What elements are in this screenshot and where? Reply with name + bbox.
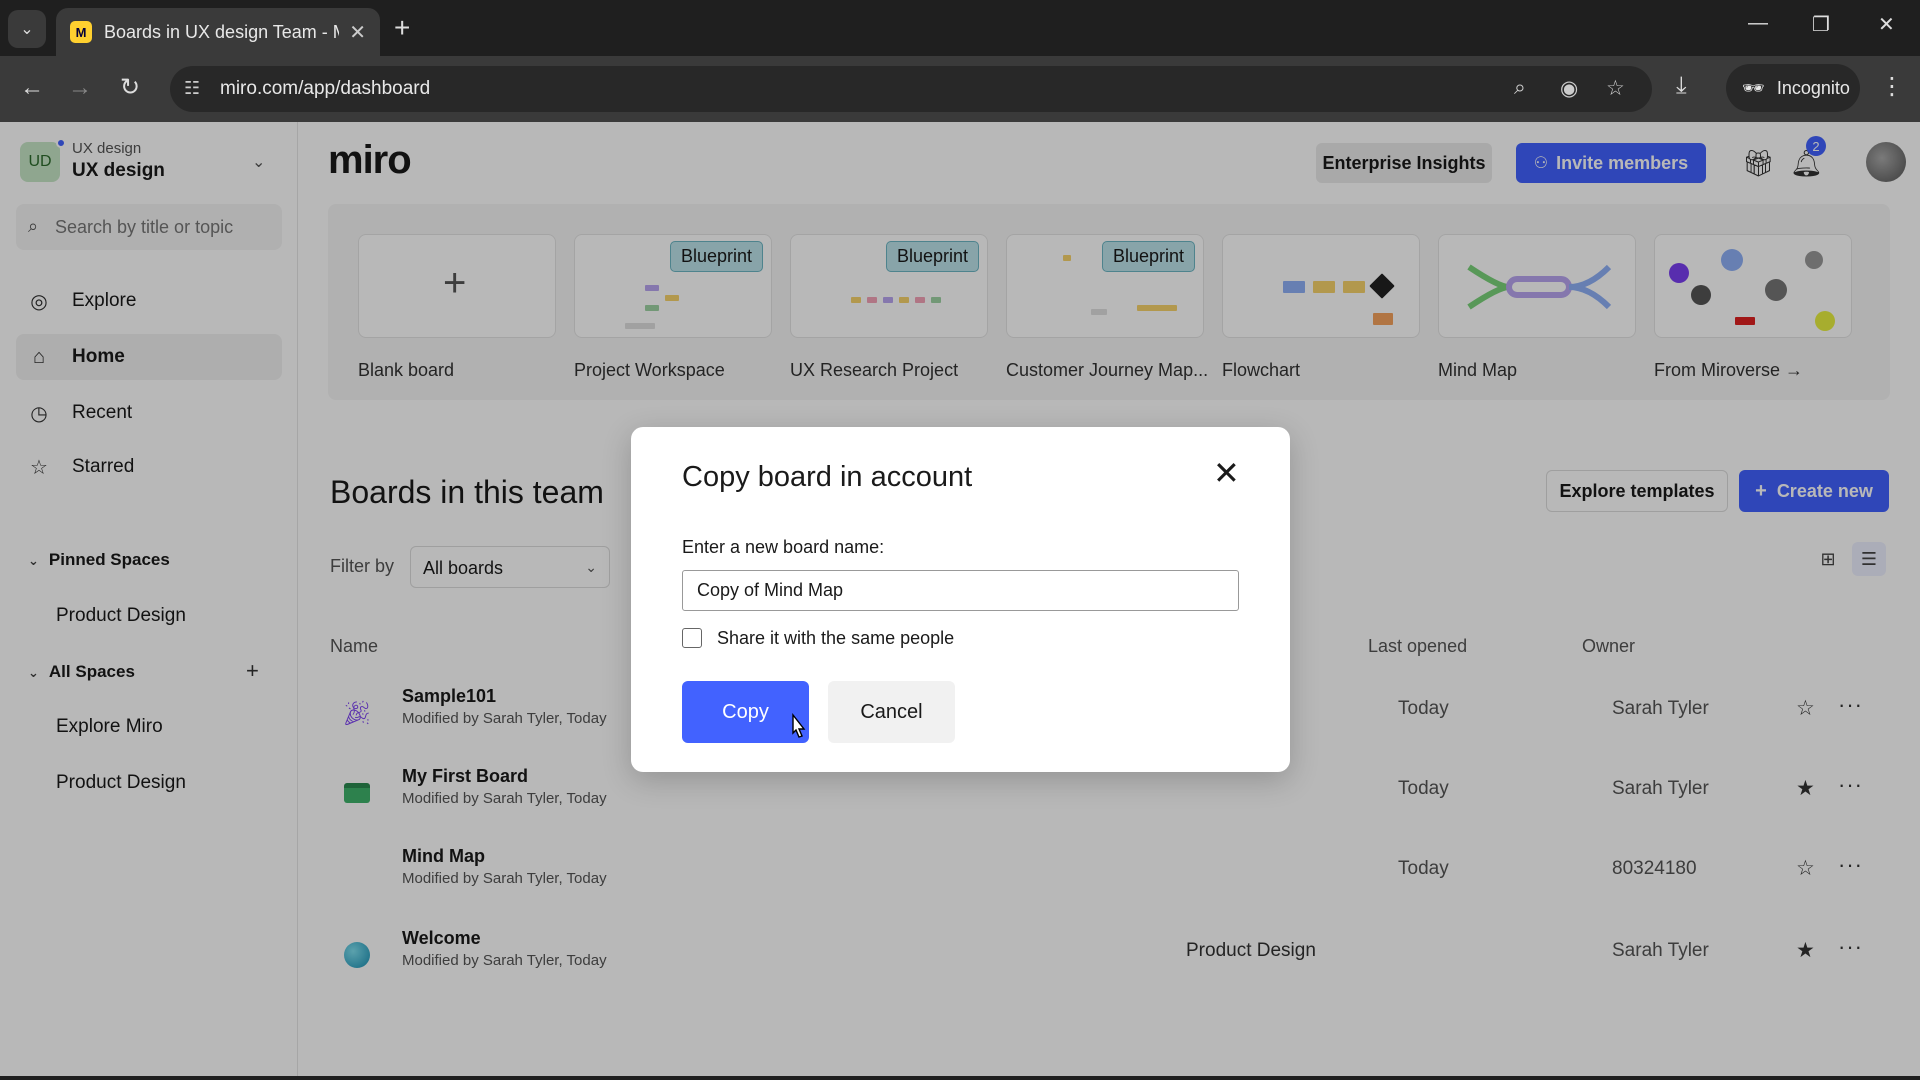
incognito-indicator[interactable]: 🕶 Incognito	[1726, 64, 1860, 112]
board-name-label: Enter a new board name:	[682, 537, 885, 557]
forward-icon[interactable]: →	[68, 73, 92, 103]
tracking-eye-icon[interactable]: ◉	[1560, 76, 1578, 101]
zoom-icon[interactable]: ⌕	[1514, 76, 1526, 100]
incognito-icon: 🕶	[1742, 77, 1765, 98]
site-info-icon[interactable]: ☷	[184, 78, 200, 99]
reload-icon[interactable]: ↻	[120, 73, 140, 103]
share-checkbox[interactable]	[682, 628, 702, 648]
minimize-icon[interactable]: —	[1748, 12, 1768, 35]
browser-tab[interactable]: M Boards in UX design Team - Mir ✕	[56, 8, 380, 56]
incognito-label: Incognito	[1776, 77, 1850, 98]
restore-icon[interactable]: ❐	[1812, 12, 1830, 37]
window-close-icon[interactable]: ✕	[1878, 12, 1895, 37]
copy-board-dialog: Copy board in account ✕ Enter a new boar…	[631, 427, 1290, 772]
cancel-button[interactable]: Cancel	[828, 681, 955, 743]
browser-tab-bar: ⌄ M Boards in UX design Team - Mir ✕ + —…	[0, 0, 1920, 56]
download-icon[interactable]: ⤓	[1676, 72, 1687, 100]
tab-close-icon[interactable]: ✕	[349, 20, 366, 45]
bookmark-star-icon[interactable]: ☆	[1606, 76, 1625, 101]
tab-search-button[interactable]: ⌄	[8, 10, 46, 48]
mouse-pointer-icon	[792, 713, 806, 738]
new-tab-button[interactable]: +	[394, 10, 410, 46]
share-checkbox-label[interactable]: Share it with the same people	[717, 628, 954, 649]
browser-address-bar: ← → ↻ ☷ miro.com/app/dashboard ⌕ ◉ ☆ ⤓ 🕶…	[0, 56, 1920, 122]
dialog-title: Copy board in account	[682, 461, 973, 493]
omnibox[interactable]: ☷ miro.com/app/dashboard ⌕ ◉ ☆	[170, 66, 1652, 112]
tab-title: Boards in UX design Team - Mir	[104, 21, 340, 42]
browser-menu-icon[interactable]: ⋮	[1880, 72, 1904, 101]
close-icon[interactable]: ✕	[1213, 455, 1240, 491]
url-text: miro.com/app/dashboard	[220, 78, 431, 99]
board-name-input[interactable]	[682, 570, 1239, 611]
miro-favicon-icon: M	[70, 21, 92, 43]
bottom-edge	[0, 1076, 1920, 1080]
back-icon[interactable]: ←	[20, 73, 44, 103]
